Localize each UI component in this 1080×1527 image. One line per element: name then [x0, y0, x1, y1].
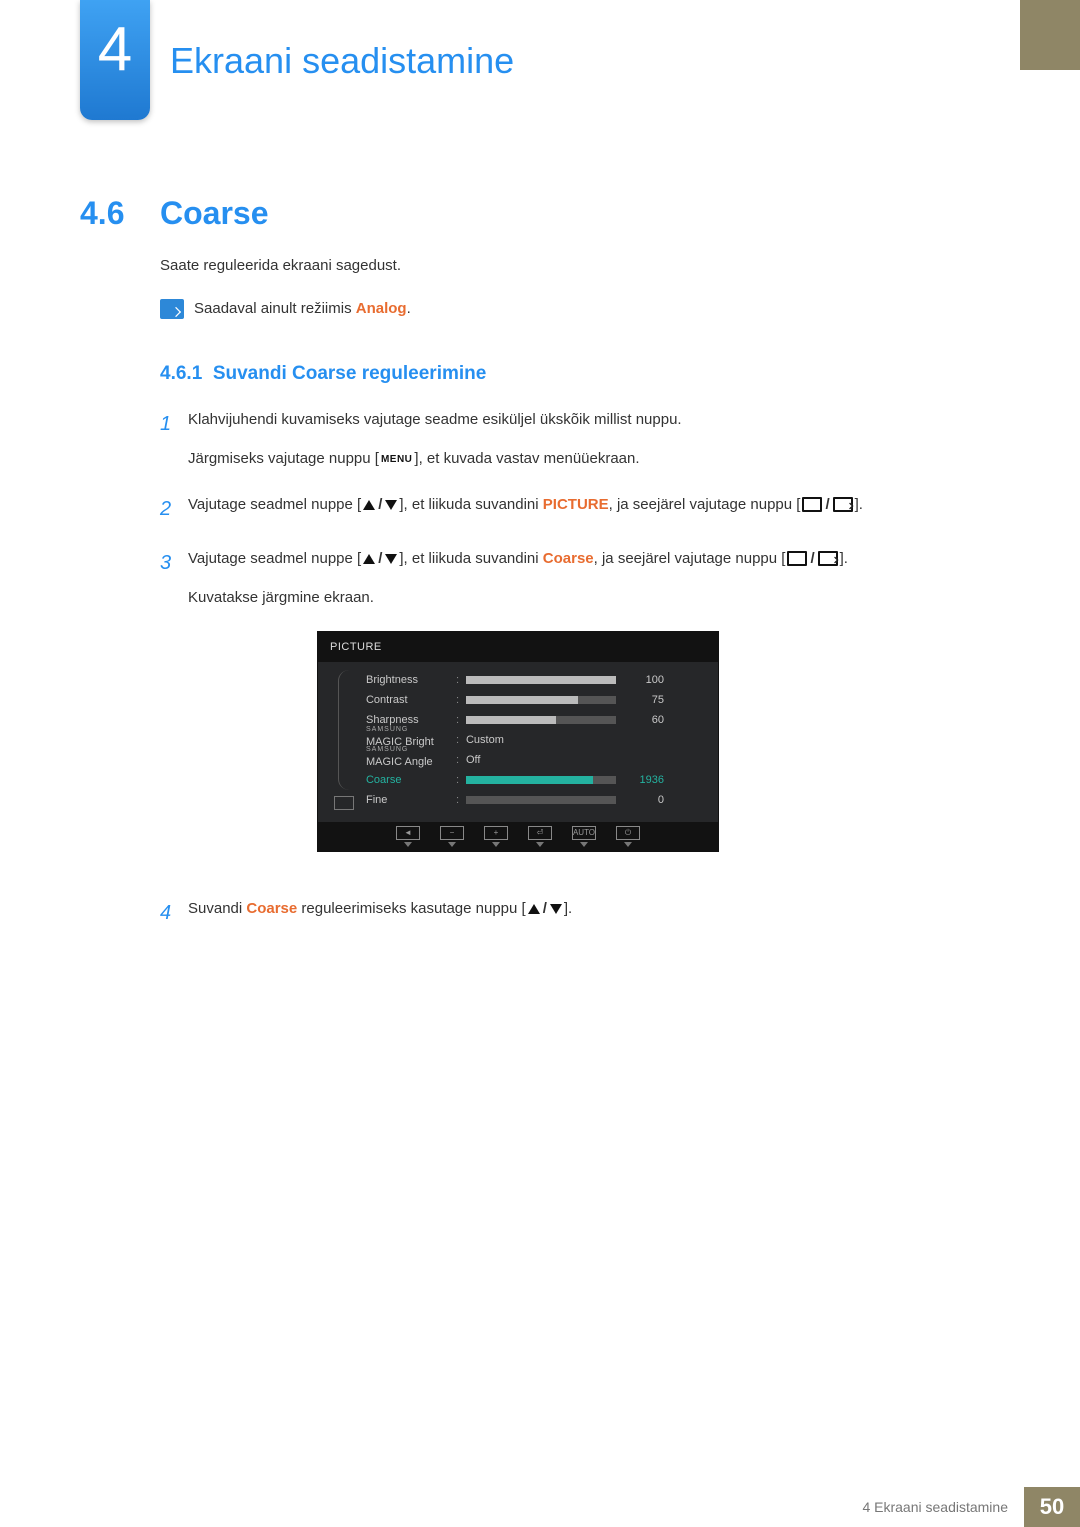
step-number: 1	[160, 407, 188, 472]
osd-bar	[466, 796, 616, 804]
intro-text: Saate reguleerida ekraani sagedust.	[160, 255, 980, 278]
step-3-text: Vajutage seadmel nuppe [/], et liikuda s…	[188, 546, 848, 572]
osd-panel: PICTURE Brightness : 100	[317, 631, 719, 853]
step-number: 4	[160, 896, 188, 930]
up-down-icon: /	[361, 551, 399, 567]
step-2-mid: ], et liikuda suvandini	[399, 496, 542, 513]
osd-row-sharpness: Sharpness : 60	[366, 710, 704, 730]
note-prefix: Saadaval ainult režiimis	[194, 300, 356, 317]
step-2: 2 Vajutage seadmel nuppe [/], et liikuda…	[160, 492, 980, 526]
step-4: 4 Suvandi Coarse reguleerimiseks kasutag…	[160, 896, 980, 930]
osd-row-contrast: Contrast : 75	[366, 690, 704, 710]
step-2-post: , ja seejärel vajutage nuppu [	[609, 496, 801, 513]
osd-row-brightness: Brightness : 100	[366, 670, 704, 690]
osd-row-magic-bright: SAMSUNGMAGIC Bright : Custom	[366, 730, 704, 750]
osd-bar-selected	[466, 776, 616, 784]
osd-nav-minus-icon: −	[440, 826, 464, 847]
step-2-text: Vajutage seadmel nuppe [/], et liikuda s…	[188, 492, 863, 526]
osd-left-decoration	[332, 670, 356, 810]
subsection-title: Suvandi Coarse reguleerimine	[213, 363, 487, 384]
footer-page-number: 50	[1024, 1487, 1080, 1527]
osd-bar	[466, 676, 616, 684]
up-down-icon: /	[361, 497, 399, 513]
osd-label: SAMSUNGMAGIC Angle	[366, 748, 456, 772]
osd-label-selected: Coarse	[366, 771, 456, 790]
step-1: 1 Klahvijuhendi kuvamiseks vajutage sead…	[160, 407, 980, 472]
osd-footer: ◄ − + ⏎ AUTO ⏻	[318, 822, 718, 851]
step-1b-post: ], et kuvada vastav menüüekraan.	[414, 450, 639, 467]
menu-icon: MENU	[379, 451, 414, 468]
note-row: Saadaval ainult režiimis Analog.	[160, 298, 980, 321]
step-3-post: , ja seejärel vajutage nuppu [	[594, 550, 786, 567]
step-2-pre: Vajutage seadmel nuppe [	[188, 496, 361, 513]
header-olive-block	[1020, 0, 1080, 70]
note-mode: Analog	[356, 300, 407, 317]
osd-text-value: Off	[466, 751, 480, 770]
osd-value-selected: 1936	[616, 771, 664, 790]
osd-value: 100	[616, 671, 664, 690]
step-3: 3 Vajutage seadmel nuppe [/], et liikuda…	[160, 546, 980, 877]
step-4-target: Coarse	[246, 900, 297, 917]
up-down-icon: /	[526, 901, 564, 917]
step-number: 2	[160, 492, 188, 526]
subsection-number: 4.6.1	[160, 363, 202, 384]
osd-label: Contrast	[366, 691, 456, 710]
osd-label: Brightness	[366, 671, 456, 690]
osd-bar	[466, 696, 616, 704]
osd-row-magic-angle: SAMSUNGMAGIC Angle : Off	[366, 750, 704, 770]
osd-nav-plus-icon: +	[484, 826, 508, 847]
step-2-target: PICTURE	[543, 496, 609, 513]
rect-enter-icon: /	[800, 497, 854, 513]
step-4-pre: Suvandi	[188, 900, 246, 917]
note-text: Saadaval ainult režiimis Analog.	[194, 298, 411, 321]
page-footer: 4 Ekraani seadistamine 50	[0, 1487, 1080, 1527]
osd-nav-auto-icon: AUTO	[572, 826, 596, 847]
subsection-heading: 4.6.1 Suvandi Coarse reguleerimine	[160, 360, 980, 389]
step-3-end: ].	[840, 550, 848, 567]
footer-text: 4 Ekraani seadistamine	[846, 1487, 1024, 1527]
step-3-target: Coarse	[543, 550, 594, 567]
step-1b-pre: Järgmiseks vajutage nuppu [	[188, 450, 379, 467]
osd-row-fine: Fine : 0	[366, 790, 704, 810]
note-icon	[160, 299, 184, 319]
osd-bar	[466, 716, 616, 724]
step-3-pre: Vajutage seadmel nuppe [	[188, 550, 361, 567]
step-3-line2: Kuvatakse järgmine ekraan.	[188, 585, 848, 611]
step-1a-text: Klahvijuhendi kuvamiseks vajutage seadme…	[188, 407, 682, 433]
rect-enter-icon: /	[785, 551, 839, 567]
section-title: Coarse	[160, 195, 269, 232]
osd-value: 75	[616, 691, 664, 710]
osd-text-value: Custom	[466, 731, 504, 750]
osd-value: 60	[616, 711, 664, 730]
step-4-text: Suvandi Coarse reguleerimiseks kasutage …	[188, 896, 572, 930]
step-1b-text: Järgmiseks vajutage nuppu [MENU], et kuv…	[188, 446, 682, 472]
osd-nav-left-icon: ◄	[396, 826, 420, 847]
osd-nav-enter-icon: ⏎	[528, 826, 552, 847]
osd-value: 0	[616, 791, 664, 810]
osd-title: PICTURE	[318, 632, 718, 663]
step-number: 3	[160, 546, 188, 877]
chapter-number-tab: 4	[80, 0, 150, 120]
body-content: Saate reguleerida ekraani sagedust. Saad…	[160, 255, 980, 950]
step-4-mid: reguleerimiseks kasutage nuppu [	[297, 900, 525, 917]
step-4-end: ].	[564, 900, 572, 917]
osd-nav-power-icon: ⏻	[616, 826, 640, 847]
note-suffix: .	[407, 300, 411, 317]
step-3-mid: ], et liikuda suvandini	[399, 550, 542, 567]
steps-list: 1 Klahvijuhendi kuvamiseks vajutage sead…	[160, 407, 980, 931]
osd-mini-icon	[334, 796, 354, 810]
osd-row-coarse: Coarse : 1936	[366, 770, 704, 790]
osd-label: Fine	[366, 791, 456, 810]
chapter-title: Ekraani seadistamine	[170, 40, 514, 82]
step-2-end: ].	[855, 496, 863, 513]
section-number: 4.6	[80, 195, 124, 232]
osd-rows: Brightness : 100 Contrast : 75	[356, 670, 704, 810]
